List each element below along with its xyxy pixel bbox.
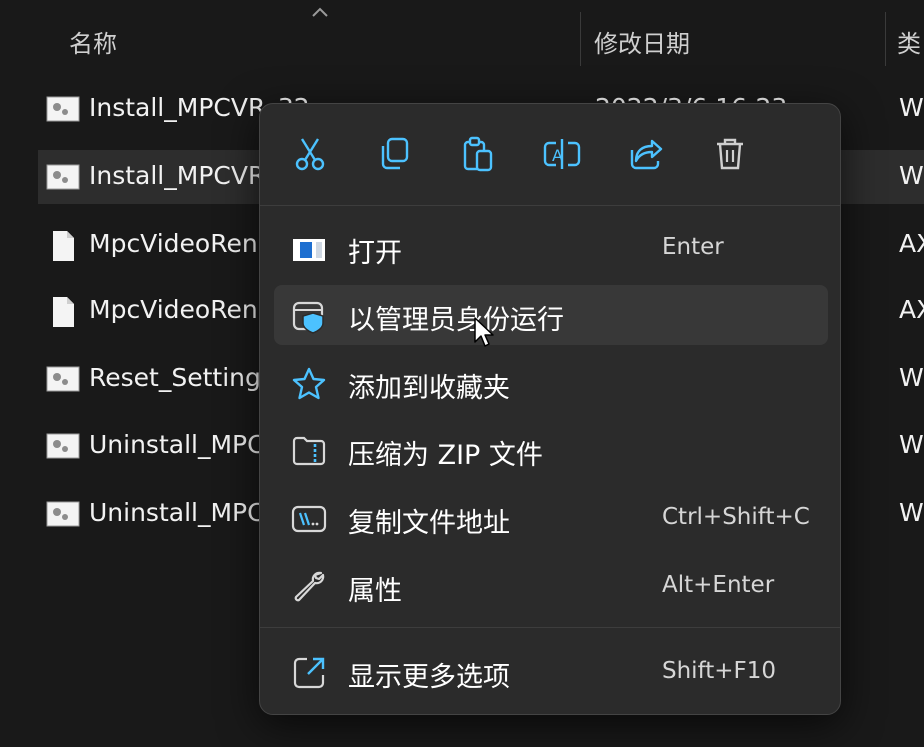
mouse-cursor-icon <box>474 317 494 347</box>
star-icon <box>292 367 326 400</box>
menu-item-copy-path[interactable]: 复制文件地址 Ctrl+Shift+C <box>274 488 828 548</box>
file-type: AX <box>899 229 924 258</box>
setting-file-icon <box>46 96 80 122</box>
blank-file-icon <box>53 297 74 327</box>
sort-ascending-icon <box>312 7 328 17</box>
rename-icon: A <box>543 139 581 169</box>
menu-item-run-as-admin[interactable]: 以管理员身份运行 <box>274 285 828 345</box>
menu-item-label: 以管理员身份运行 <box>348 305 564 336</box>
file-name: Reset_Settings <box>89 363 274 392</box>
menu-separator <box>260 205 840 206</box>
menu-item-shortcut: Alt+Enter <box>662 572 775 598</box>
menu-item-label: 复制文件地址 <box>348 508 510 539</box>
setting-file-icon <box>46 164 80 190</box>
file-name: MpcVideoRen <box>89 295 258 324</box>
menu-item-label: 打开 <box>348 238 402 269</box>
menu-item-properties[interactable]: 属性 Alt+Enter <box>274 556 828 616</box>
menu-item-label: 压缩为 ZIP 文件 <box>348 440 543 471</box>
copy-icon <box>381 137 409 170</box>
column-type[interactable]: 类 <box>897 24 921 59</box>
paste-icon <box>463 136 493 172</box>
file-type: W <box>899 161 924 190</box>
menu-item-show-more-options[interactable]: 显示更多选项 Shift+F10 <box>274 642 828 702</box>
menu-item-open[interactable]: 打开 Enter <box>274 218 828 278</box>
copy-path-icon <box>291 505 327 533</box>
zip-folder-icon <box>292 436 326 466</box>
delete-button[interactable] <box>706 130 754 178</box>
context-menu: A 打开 Enter 以管理员身份运行 添加到收藏夹 压缩为 ZIP 文件 复制… <box>259 103 841 715</box>
file-name: MpcVideoRen <box>89 229 258 258</box>
column-divider[interactable] <box>885 12 886 66</box>
delete-icon <box>717 138 743 170</box>
paste-button[interactable] <box>454 130 502 178</box>
rename-button[interactable]: A <box>538 130 586 178</box>
copy-button[interactable] <box>370 130 418 178</box>
file-type: W <box>899 498 924 527</box>
column-divider[interactable] <box>580 12 581 66</box>
wrench-icon <box>294 571 325 602</box>
admin-shield-icon <box>292 301 324 334</box>
setting-file-icon <box>46 366 80 392</box>
file-name: Uninstall_MPC <box>89 430 265 459</box>
menu-item-label: 添加到收藏夹 <box>348 373 510 404</box>
file-name: Uninstall_MPC <box>89 498 265 527</box>
context-menu-toolbar: A <box>260 104 840 204</box>
more-options-icon <box>293 657 325 689</box>
menu-item-shortcut: Shift+F10 <box>662 658 777 684</box>
file-type: W <box>899 363 924 392</box>
blank-file-icon <box>53 231 74 261</box>
menu-item-add-favorites[interactable]: 添加到收藏夹 <box>274 353 828 413</box>
file-type: W <box>899 430 924 459</box>
share-icon <box>630 139 663 170</box>
file-name: Install_MPCVR <box>89 161 266 190</box>
menu-item-label: 属性 <box>348 576 402 607</box>
menu-separator <box>260 627 840 628</box>
setting-file-icon <box>46 501 80 527</box>
column-name[interactable]: 名称 <box>69 24 117 59</box>
menu-item-compress-zip[interactable]: 压缩为 ZIP 文件 <box>274 420 828 480</box>
open-icon <box>293 239 325 261</box>
menu-item-shortcut: Enter <box>662 234 724 260</box>
file-type: AX <box>899 295 924 324</box>
share-button[interactable] <box>622 130 670 178</box>
cut-button[interactable] <box>286 130 334 178</box>
cut-icon <box>295 138 325 171</box>
setting-file-icon <box>46 433 80 459</box>
column-header: 名称 修改日期 类 <box>0 0 924 76</box>
menu-item-shortcut: Ctrl+Shift+C <box>662 504 810 530</box>
column-date[interactable]: 修改日期 <box>594 24 690 59</box>
file-type: W <box>899 93 924 122</box>
menu-item-label: 显示更多选项 <box>348 662 510 693</box>
